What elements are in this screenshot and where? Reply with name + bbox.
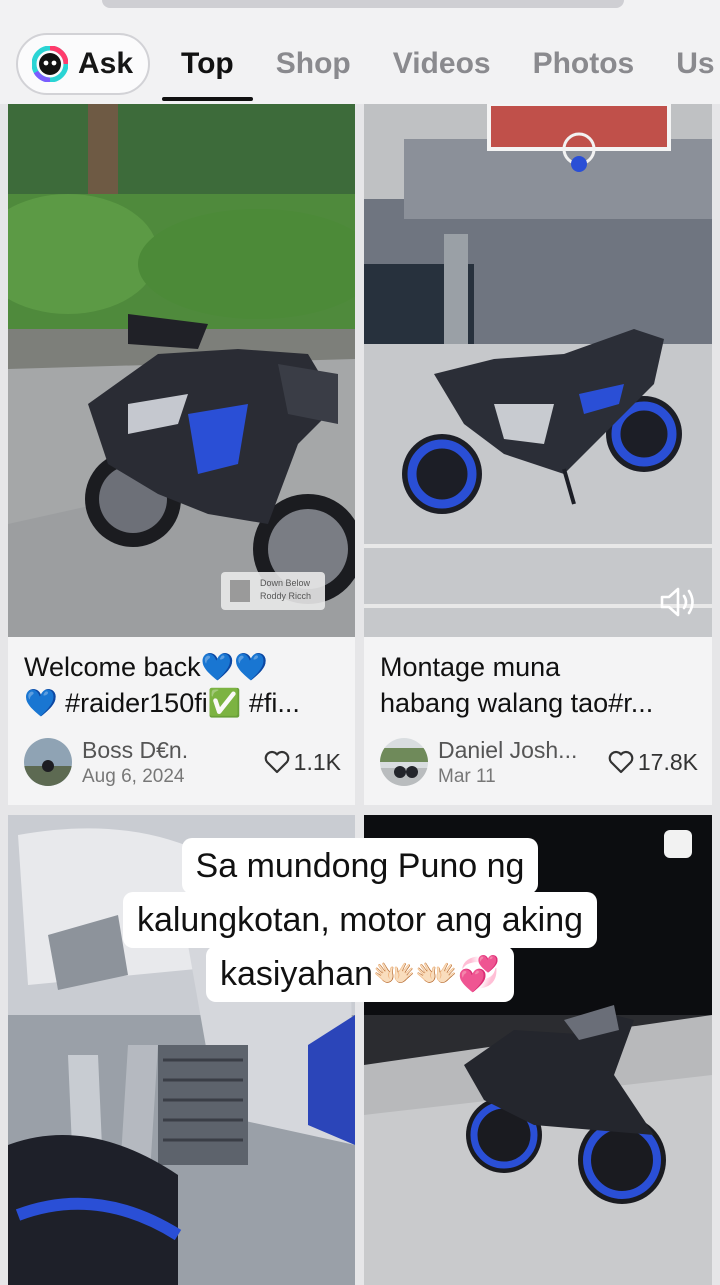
overlay-line: Sa mundong Puno ng bbox=[181, 838, 539, 894]
ask-label: Ask bbox=[78, 47, 134, 80]
post-caption[interactable]: Montage muna habang walang tao#r... bbox=[380, 649, 698, 721]
post-date: Mar 11 bbox=[438, 765, 496, 787]
ask-logo-icon bbox=[32, 46, 68, 82]
author-name[interactable]: Daniel Josh... bbox=[438, 737, 608, 764]
drag-handle[interactable] bbox=[102, 0, 624, 8]
music-badge: Down Below Roddy Ricch bbox=[260, 578, 312, 601]
search-header: Ask Top Shop Videos Photos Us bbox=[0, 0, 720, 104]
search-tabs: Top Shop Videos Photos Us bbox=[160, 33, 720, 103]
speaker-icon[interactable] bbox=[658, 584, 698, 620]
post-meta: Daniel Josh... Mar 11 17.8K bbox=[380, 735, 698, 789]
overlay-line: kalungkotan, motor ang aking bbox=[122, 892, 598, 948]
post-date: Aug 6, 2024 bbox=[82, 765, 185, 787]
avatar[interactable] bbox=[24, 738, 72, 786]
tab-photos[interactable]: Photos bbox=[512, 33, 656, 95]
video-thumbnail bbox=[364, 104, 712, 637]
overlay-line: kasiyahan👐🏻👐🏻💞 bbox=[205, 946, 515, 1002]
tab-videos[interactable]: Videos bbox=[372, 33, 512, 95]
ask-button[interactable]: Ask bbox=[16, 33, 150, 95]
like-count[interactable]: 17.8K bbox=[608, 749, 698, 776]
author-name[interactable]: Boss D€n. bbox=[82, 737, 264, 764]
result-card-2[interactable]: Montage muna habang walang tao#r... Dani… bbox=[364, 104, 712, 805]
heart-icon bbox=[264, 750, 290, 774]
heart-icon bbox=[608, 750, 634, 774]
post-caption[interactable]: Welcome back💙💙 💙 #raider150fi✅ #fi... bbox=[24, 649, 341, 721]
video-overlay-text: Sa mundong Puno ng kalungkotan, motor an… bbox=[0, 838, 720, 1002]
result-card-1[interactable]: Down Below Roddy Ricch Welcome back💙💙 💙 … bbox=[8, 104, 355, 805]
post-meta: Boss D€n. Aug 6, 2024 1.1K bbox=[24, 735, 341, 789]
avatar[interactable] bbox=[380, 738, 428, 786]
tab-shop[interactable]: Shop bbox=[255, 33, 372, 95]
tab-users[interactable]: Us bbox=[655, 33, 720, 95]
video-thumbnail bbox=[8, 104, 355, 637]
tab-top[interactable]: Top bbox=[160, 33, 255, 101]
like-count[interactable]: 1.1K bbox=[264, 749, 341, 776]
